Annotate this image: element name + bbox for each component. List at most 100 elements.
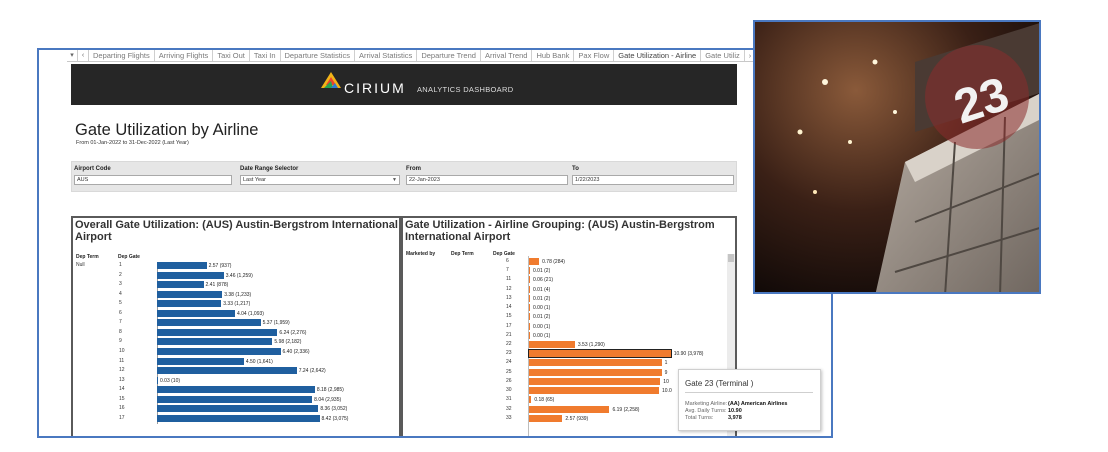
bar-value-label: 0.01 (2): [533, 314, 551, 321]
airline-bar[interactable]: [529, 405, 610, 413]
utilization-bar[interactable]: [157, 309, 235, 317]
bar-value-label: 1: [664, 360, 668, 367]
gate-label: 15: [119, 395, 125, 402]
bar-value-label: 3.38 (1,233): [224, 291, 252, 298]
bar-value-label: 4.04 (1,093): [236, 310, 264, 317]
tab-bar: ▾ ‹ Departing Flights Arriving Flights Taxi …: [67, 50, 793, 62]
tab-departing-flights[interactable]: Departing Flights: [89, 50, 155, 61]
bar-value-label: 8.18 (2,985): [316, 387, 344, 394]
chevron-down-icon: ▼: [392, 177, 397, 183]
bar-value-label: 0.00 (1): [533, 332, 551, 339]
selected-airline-bar[interactable]: [528, 349, 672, 359]
airline-bar[interactable]: [529, 276, 530, 284]
utilization-bar[interactable]: [157, 328, 278, 336]
bar-value-label: 2.57 (939): [565, 415, 589, 422]
airline-bar[interactable]: [529, 377, 661, 385]
filter-bar: Airport Code AUS Date Range Selector Las…: [71, 161, 737, 192]
bar-value-label: 7.24 (2,642): [298, 368, 326, 375]
utilization-bar[interactable]: [157, 319, 261, 327]
to-filter: To 1/22/2023: [572, 166, 734, 185]
gate-23-photo: 23: [753, 20, 1041, 294]
utilization-bar[interactable]: [157, 271, 224, 279]
tab-taxi-out[interactable]: Taxi Out: [213, 50, 250, 61]
overall-gate-utilization-panel: Overall Gate Utilization: (AUS) Austin-B…: [71, 216, 401, 436]
scrollbar-thumb[interactable]: [728, 254, 734, 262]
tab-arriving-flights[interactable]: Arriving Flights: [155, 50, 214, 61]
utilization-bar[interactable]: [157, 414, 320, 422]
tab-departure-trend[interactable]: Departure Trend: [417, 50, 481, 61]
bar-value-label: 8.36 (3,052): [320, 406, 348, 413]
gate-label: 11: [506, 276, 512, 283]
airline-bar[interactable]: [529, 368, 662, 376]
bar-value-label: 6.19 (2,258): [612, 406, 640, 413]
tab-gate-utilization-airline[interactable]: Gate Utilization - Airline: [614, 50, 702, 61]
cirium-logo-icon: [321, 72, 341, 88]
airline-bar[interactable]: [529, 304, 530, 312]
utilization-bar[interactable]: [157, 395, 313, 403]
utilization-bar[interactable]: [157, 300, 222, 308]
utilization-bar[interactable]: [157, 405, 319, 413]
gate-label: 26: [506, 377, 512, 384]
gate-label: 33: [506, 414, 512, 421]
airline-bar[interactable]: [529, 396, 532, 404]
utilization-bar[interactable]: [157, 281, 204, 289]
tab-pax-flow[interactable]: Pax Flow: [574, 50, 615, 61]
to-date-input[interactable]: 1/22/2023: [572, 175, 734, 185]
airline-bar[interactable]: [529, 340, 575, 348]
date-range-select[interactable]: Last Year ▼: [240, 175, 400, 185]
utilization-bar[interactable]: [157, 357, 244, 365]
gate-label: 31: [506, 396, 512, 403]
utilization-bar[interactable]: [157, 367, 297, 375]
utilization-bar[interactable]: [157, 290, 223, 298]
airline-bar[interactable]: [529, 294, 530, 302]
header-banner: CIRIUM ANALYTICS DASHBOARD: [71, 64, 737, 105]
utilization-bar[interactable]: [157, 386, 315, 394]
tab-taxi-in[interactable]: Taxi In: [250, 50, 281, 61]
airline-bar[interactable]: [529, 285, 530, 293]
utilization-bar[interactable]: [157, 347, 281, 355]
bar-value-label: 8.04 (2,935): [314, 396, 342, 403]
bar-value-label: 3.46 (1,259): [225, 272, 253, 279]
gate-photo-image: 23: [755, 22, 1039, 292]
bar-value-label: 6.24 (2,276): [279, 329, 307, 336]
airline-bar[interactable]: [529, 313, 530, 321]
bar-value-label: 4.50 (1,641): [245, 358, 273, 365]
tab-arrival-trend[interactable]: Arrival Trend: [481, 50, 533, 61]
gate-label: 23: [506, 350, 512, 357]
airline-bar[interactable]: [529, 267, 530, 275]
bar-value-label: 6.40 (2,336): [282, 348, 310, 355]
dep-term-header: Dep Term: [76, 254, 99, 260]
tab-gate-utiliz[interactable]: Gate Utiliz: [701, 50, 745, 61]
bar-value-label: 3.53 (1,290): [577, 341, 605, 348]
page-title: Gate Utilization by Airline: [75, 121, 259, 139]
gate-label: 17: [506, 322, 512, 329]
tab-departure-statistics[interactable]: Departure Statistics: [281, 50, 355, 61]
airline-bar[interactable]: [529, 258, 540, 265]
tab-menu-icon[interactable]: ▾: [67, 50, 78, 61]
tooltip-key-total-turns: Total Turns:: [685, 415, 714, 421]
airport-code-input[interactable]: AUS: [74, 175, 232, 185]
utilization-bar[interactable]: [157, 338, 273, 346]
left-panel-title: Overall Gate Utilization: (AUS) Austin-B…: [75, 219, 398, 243]
right-dep-term-header: Dep Term: [451, 251, 474, 257]
utilization-bar[interactable]: [157, 376, 158, 384]
brand-name: CIRIUM: [344, 80, 406, 96]
airline-bar[interactable]: [529, 359, 662, 367]
date-range-value: Last Year: [243, 177, 266, 183]
from-date-input[interactable]: 22-Jan-2023: [406, 175, 568, 185]
tab-scroll-left-icon[interactable]: ‹: [78, 50, 89, 61]
airline-bar[interactable]: [529, 331, 530, 339]
tooltip-title: Gate 23 (Terminal ): [685, 379, 754, 388]
tab-hub-bank[interactable]: Hub Bank: [532, 50, 575, 61]
bar-value-label: 0.06 (21): [533, 277, 554, 284]
utilization-bar[interactable]: [157, 262, 207, 269]
gate-label: 25: [506, 368, 512, 375]
airline-bar[interactable]: [529, 414, 563, 422]
right-dep-gate-header: Dep Gate: [493, 251, 515, 257]
gate-label: 3: [119, 281, 122, 288]
bar-value-label: 10.90 (3,978): [673, 351, 704, 358]
tab-arrival-statistics[interactable]: Arrival Statistics: [355, 50, 418, 61]
bar-value-label: 9: [664, 369, 668, 376]
airline-bar[interactable]: [529, 322, 530, 330]
airline-bar[interactable]: [529, 387, 659, 395]
